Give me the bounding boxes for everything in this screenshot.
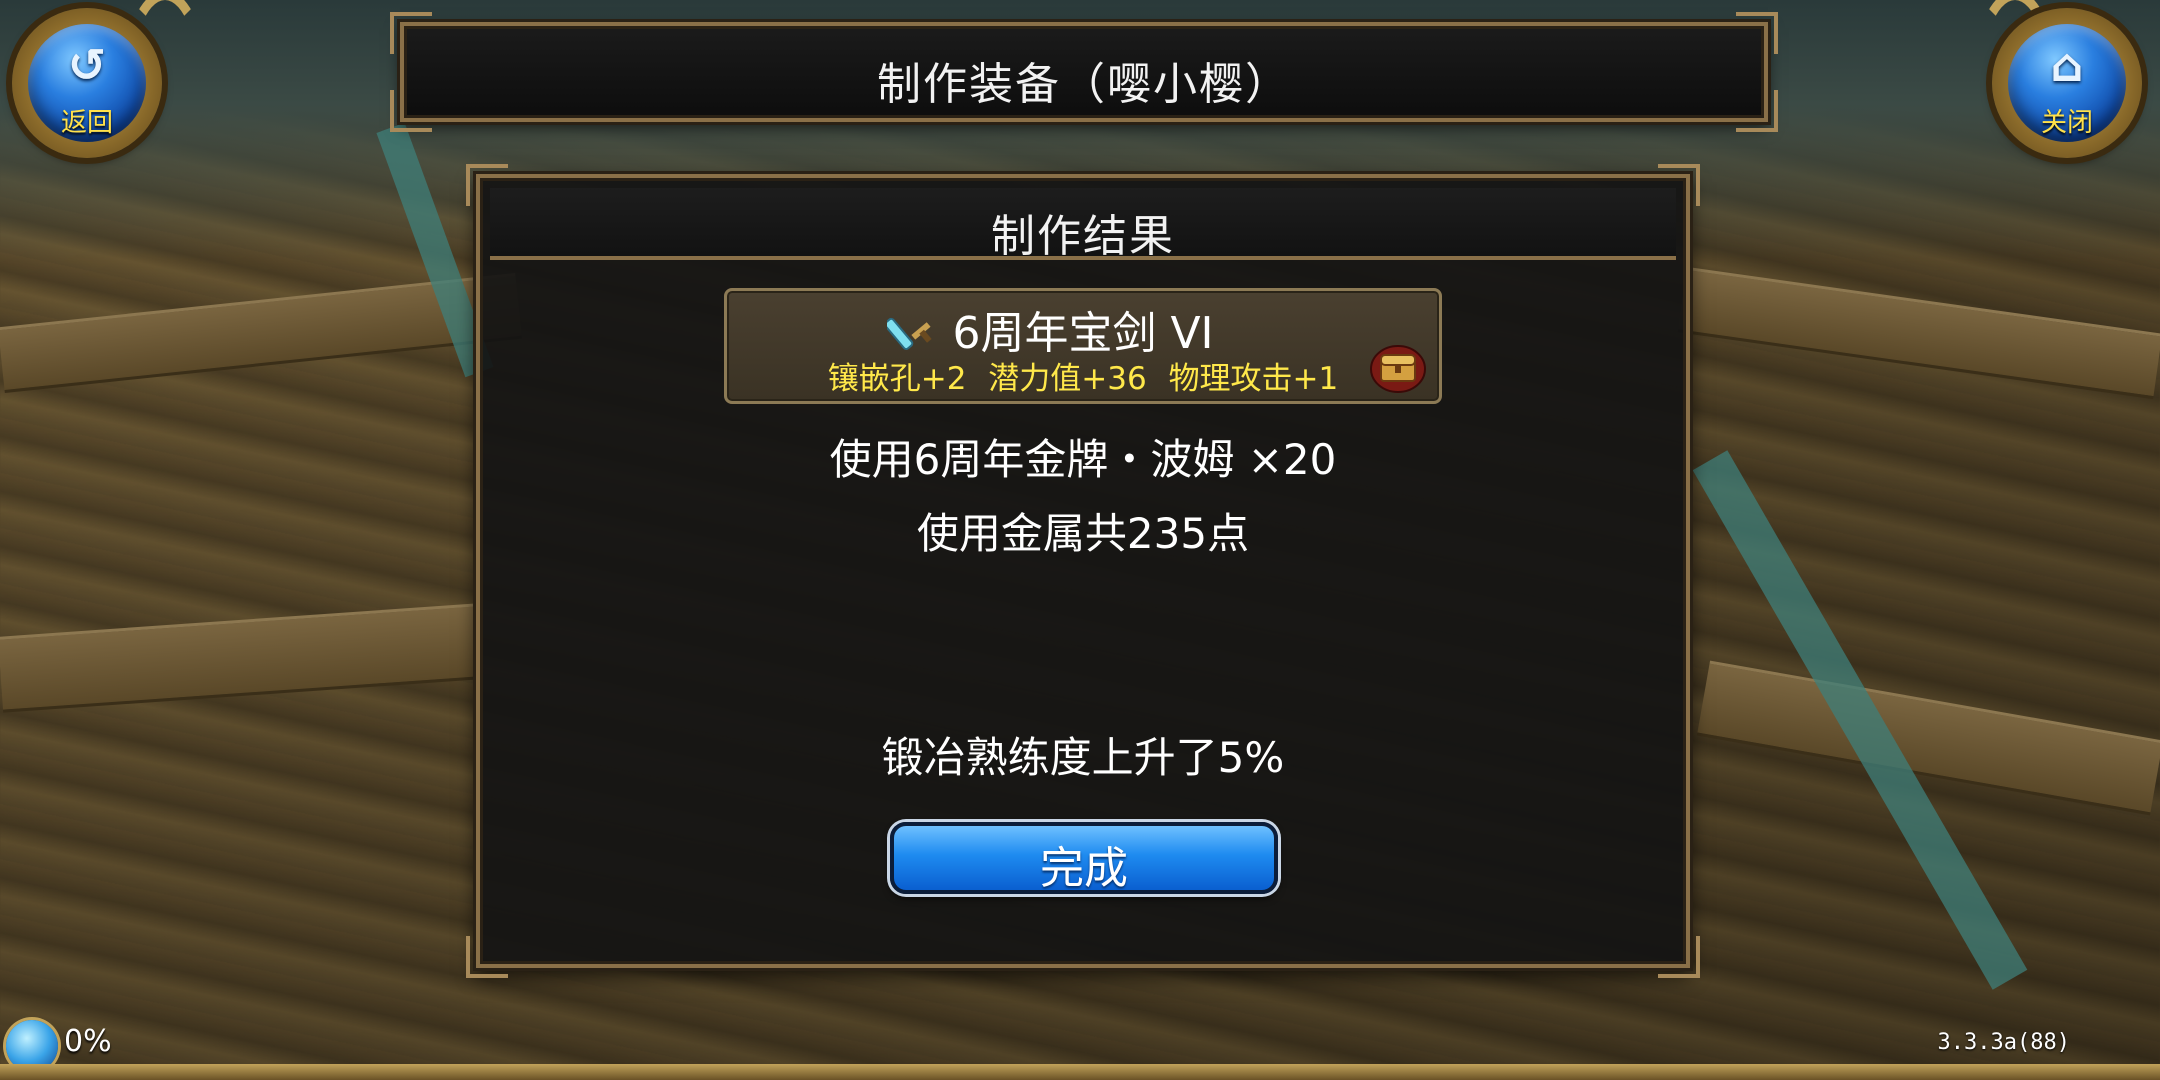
metal-usage-text: 使用金属共235点 (916, 509, 1250, 558)
panel-header: 制作结果 (490, 188, 1676, 262)
medal-usage-text: 使用6周年金牌・波姆 ×20 (829, 435, 1337, 484)
result-panel: 制作结果 6周年宝剑 VI 镶嵌孔+2 潜力值+36 物理攻击+1 使用6周年金… (466, 164, 1700, 978)
title-bar: 制作装备（嘤小樱） (390, 12, 1778, 132)
panel-title: 制作结果 (991, 211, 1175, 262)
done-button-label: 完成 (1040, 843, 1128, 894)
back-arrow-icon: ↺ (67, 38, 107, 92)
stat-potential: 潜力值+36 (988, 361, 1147, 397)
treasure-chest-icon (1370, 345, 1426, 393)
stat-socket: 镶嵌孔+2 (827, 361, 967, 397)
home-icon: ⌂ (2050, 38, 2084, 92)
close-button[interactable]: ⌂ 关闭 (1980, 0, 2160, 180)
crafted-item-card[interactable]: 6周年宝剑 VI 镶嵌孔+2 潜力值+36 物理攻击+1 (724, 288, 1442, 404)
scene-plank (1696, 660, 2160, 816)
proficiency-text: 锻冶熟练度上升了5% (881, 733, 1285, 782)
item-stats: 镶嵌孔+2 潜力值+36 物理攻击+1 (727, 353, 1439, 398)
page-title: 制作装备（嘤小樱） (877, 59, 1291, 110)
scene-plank (0, 603, 483, 713)
item-name: 6周年宝剑 VI (952, 308, 1214, 359)
bottom-frame-bar (0, 1064, 2160, 1080)
stat-physical-attack: 物理攻击+1 (1168, 361, 1339, 397)
close-button-label: 关闭 (2040, 108, 2093, 138)
scene-plank (1677, 266, 2160, 400)
frame-ornament (1658, 936, 1700, 978)
back-button[interactable]: ↺ 返回 (0, 0, 180, 180)
back-button-label: 返回 (60, 108, 113, 138)
frame-ornament (466, 936, 508, 978)
done-button[interactable]: 完成 (890, 822, 1278, 894)
version-text: 3.3.3a(88) (1937, 1030, 2070, 1055)
progress-text: 0% (64, 1024, 112, 1059)
